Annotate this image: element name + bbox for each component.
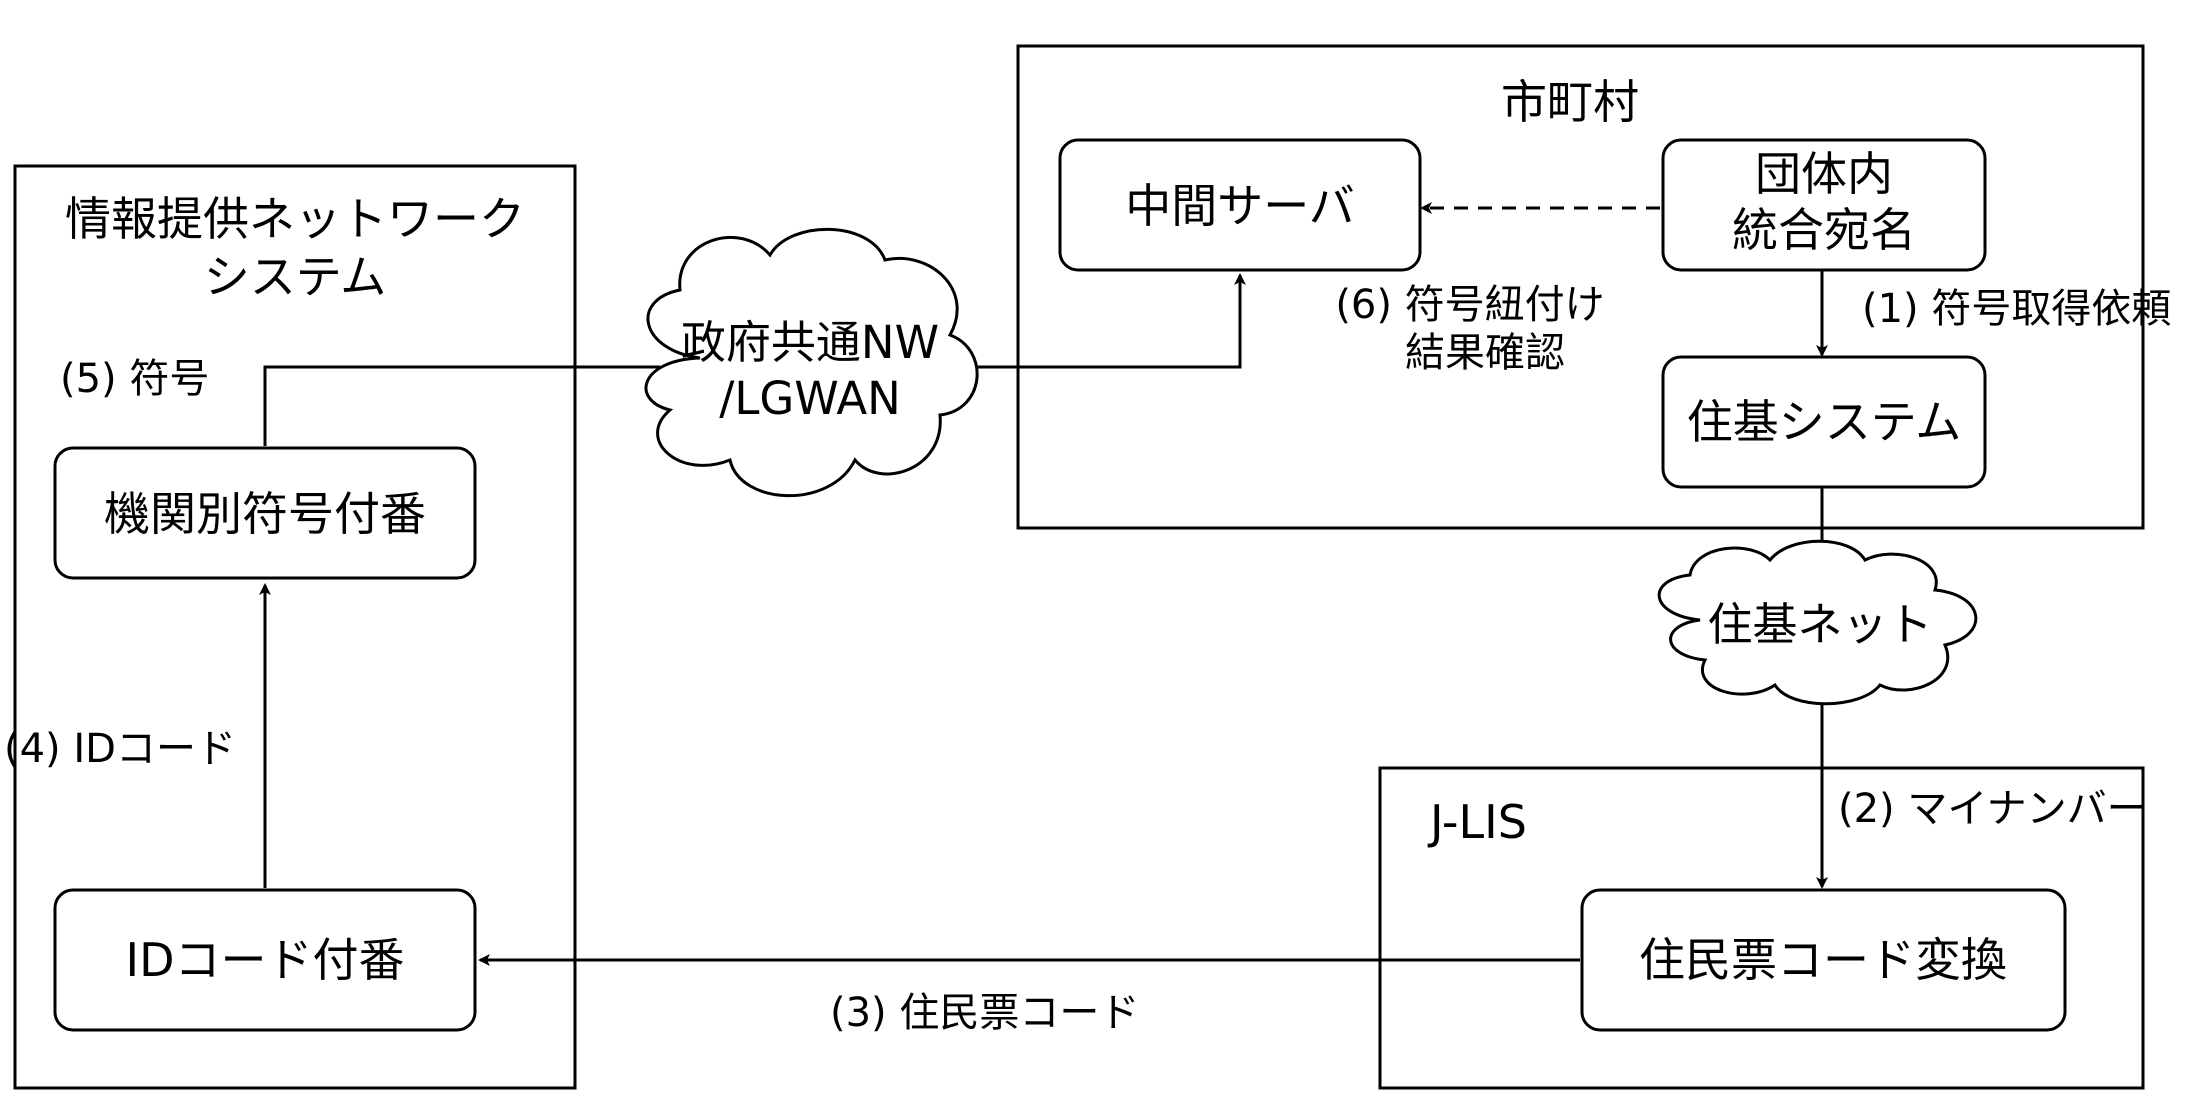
label-step3: (3) 住民票コード: [830, 990, 1139, 1036]
cloud-gov-nw-label-line1: 政府共通NW: [681, 316, 939, 369]
node-id-code-numbering-label: IDコード付番: [126, 933, 405, 987]
node-integrated-address-label-line2: 統合宛名: [1732, 203, 1916, 257]
node-intermediate-server: 中間サーバ: [1058, 138, 1422, 272]
node-agency-code-numbering-label: 機関別符号付番: [104, 487, 426, 541]
cloud-juki-net: 住基ネット: [1657, 539, 1978, 706]
node-integrated-address-label-line1: 団体内: [1755, 147, 1893, 201]
cloud-gov-nw-label-line2: /LGWAN: [719, 372, 901, 425]
cloud-gov-nw: 政府共通NW /LGWAN: [644, 227, 979, 498]
label-step4: (4) IDコード: [4, 726, 236, 772]
node-agency-code-numbering: 機関別符号付番: [53, 446, 477, 580]
node-resident-code-conversion-label: 住民票コード変換: [1639, 933, 2007, 987]
label-step2: (2) マイナンバー: [1838, 786, 2147, 832]
cloud-juki-net-label: 住基ネット: [1707, 598, 1932, 651]
label-step1: (1) 符号取得依頼: [1862, 286, 2171, 332]
label-step6-line2: 結果確認: [1405, 330, 1565, 376]
container-network-system-title-line1: 情報提供ネットワーク: [65, 192, 525, 246]
container-jlis-title: J-LIS: [1427, 795, 1527, 849]
container-municipality-title: 市町村: [1501, 75, 1639, 129]
container-network-system-title-line2: システム: [204, 250, 387, 304]
node-juki-system: 住基システム: [1661, 355, 1987, 489]
label-step6-line1: (6) 符号紐付け: [1335, 282, 1604, 328]
node-integrated-address: 団体内 統合宛名: [1661, 138, 1987, 272]
node-juki-system-label: 住基システム: [1687, 395, 1962, 449]
node-id-code-numbering: IDコード付番: [53, 888, 477, 1032]
node-intermediate-server-label: 中間サーバ: [1125, 179, 1355, 233]
node-resident-code-conversion: 住民票コード変換: [1580, 888, 2067, 1032]
label-step5: (5) 符号: [60, 356, 209, 402]
